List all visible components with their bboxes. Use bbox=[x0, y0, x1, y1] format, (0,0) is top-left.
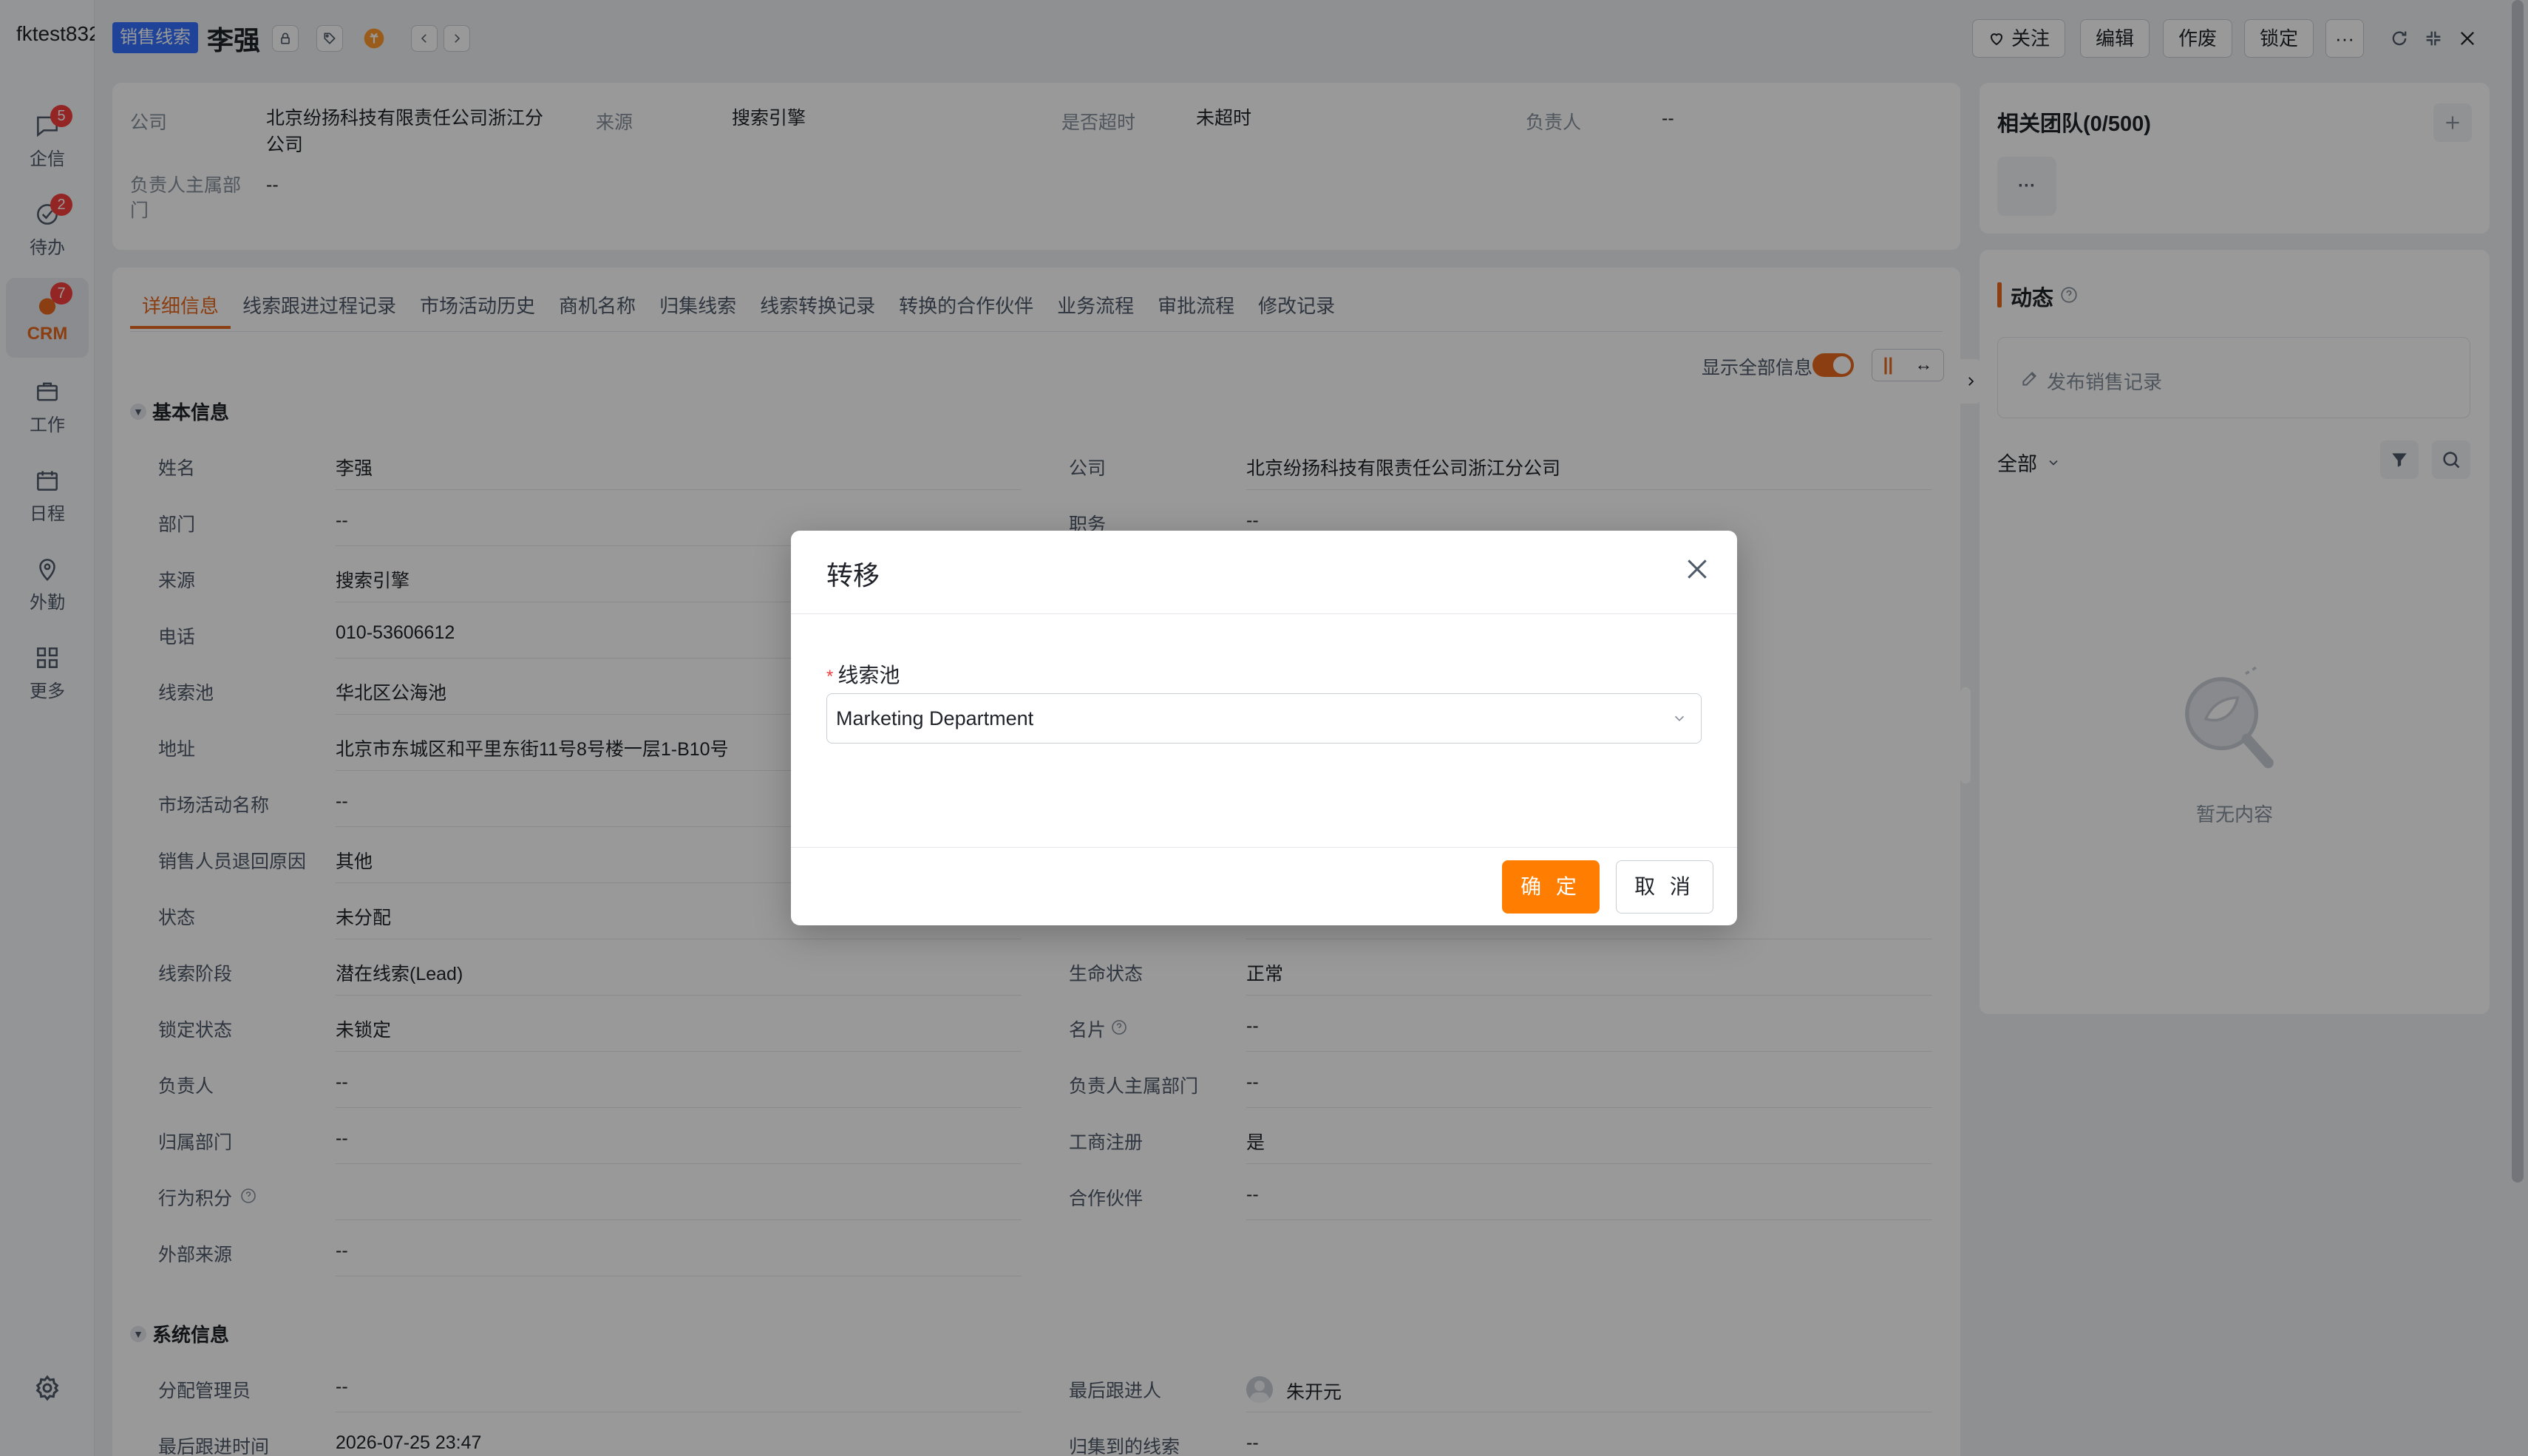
dialog-header-divider bbox=[791, 613, 1737, 614]
lead-pool-label-text: 线索池 bbox=[837, 664, 900, 687]
dialog-title: 转移 bbox=[826, 560, 880, 591]
dialog-close-icon[interactable] bbox=[1682, 554, 1712, 584]
dialog-footer-divider bbox=[791, 847, 1737, 848]
lead-pool-label: * 线索池 bbox=[826, 659, 900, 689]
lead-pool-select[interactable]: Marketing Department bbox=[826, 693, 1702, 744]
chevron-down-icon bbox=[1674, 715, 1685, 721]
confirm-button[interactable]: 确 定 bbox=[1502, 860, 1600, 914]
required-mark: * bbox=[826, 667, 834, 687]
lead-pool-selected-value: Marketing Department bbox=[836, 707, 1034, 729]
cancel-button[interactable]: 取 消 bbox=[1616, 860, 1713, 914]
transfer-dialog: 转移 * 线索池 Marketing Department 确 定 取 消 bbox=[791, 531, 1737, 925]
